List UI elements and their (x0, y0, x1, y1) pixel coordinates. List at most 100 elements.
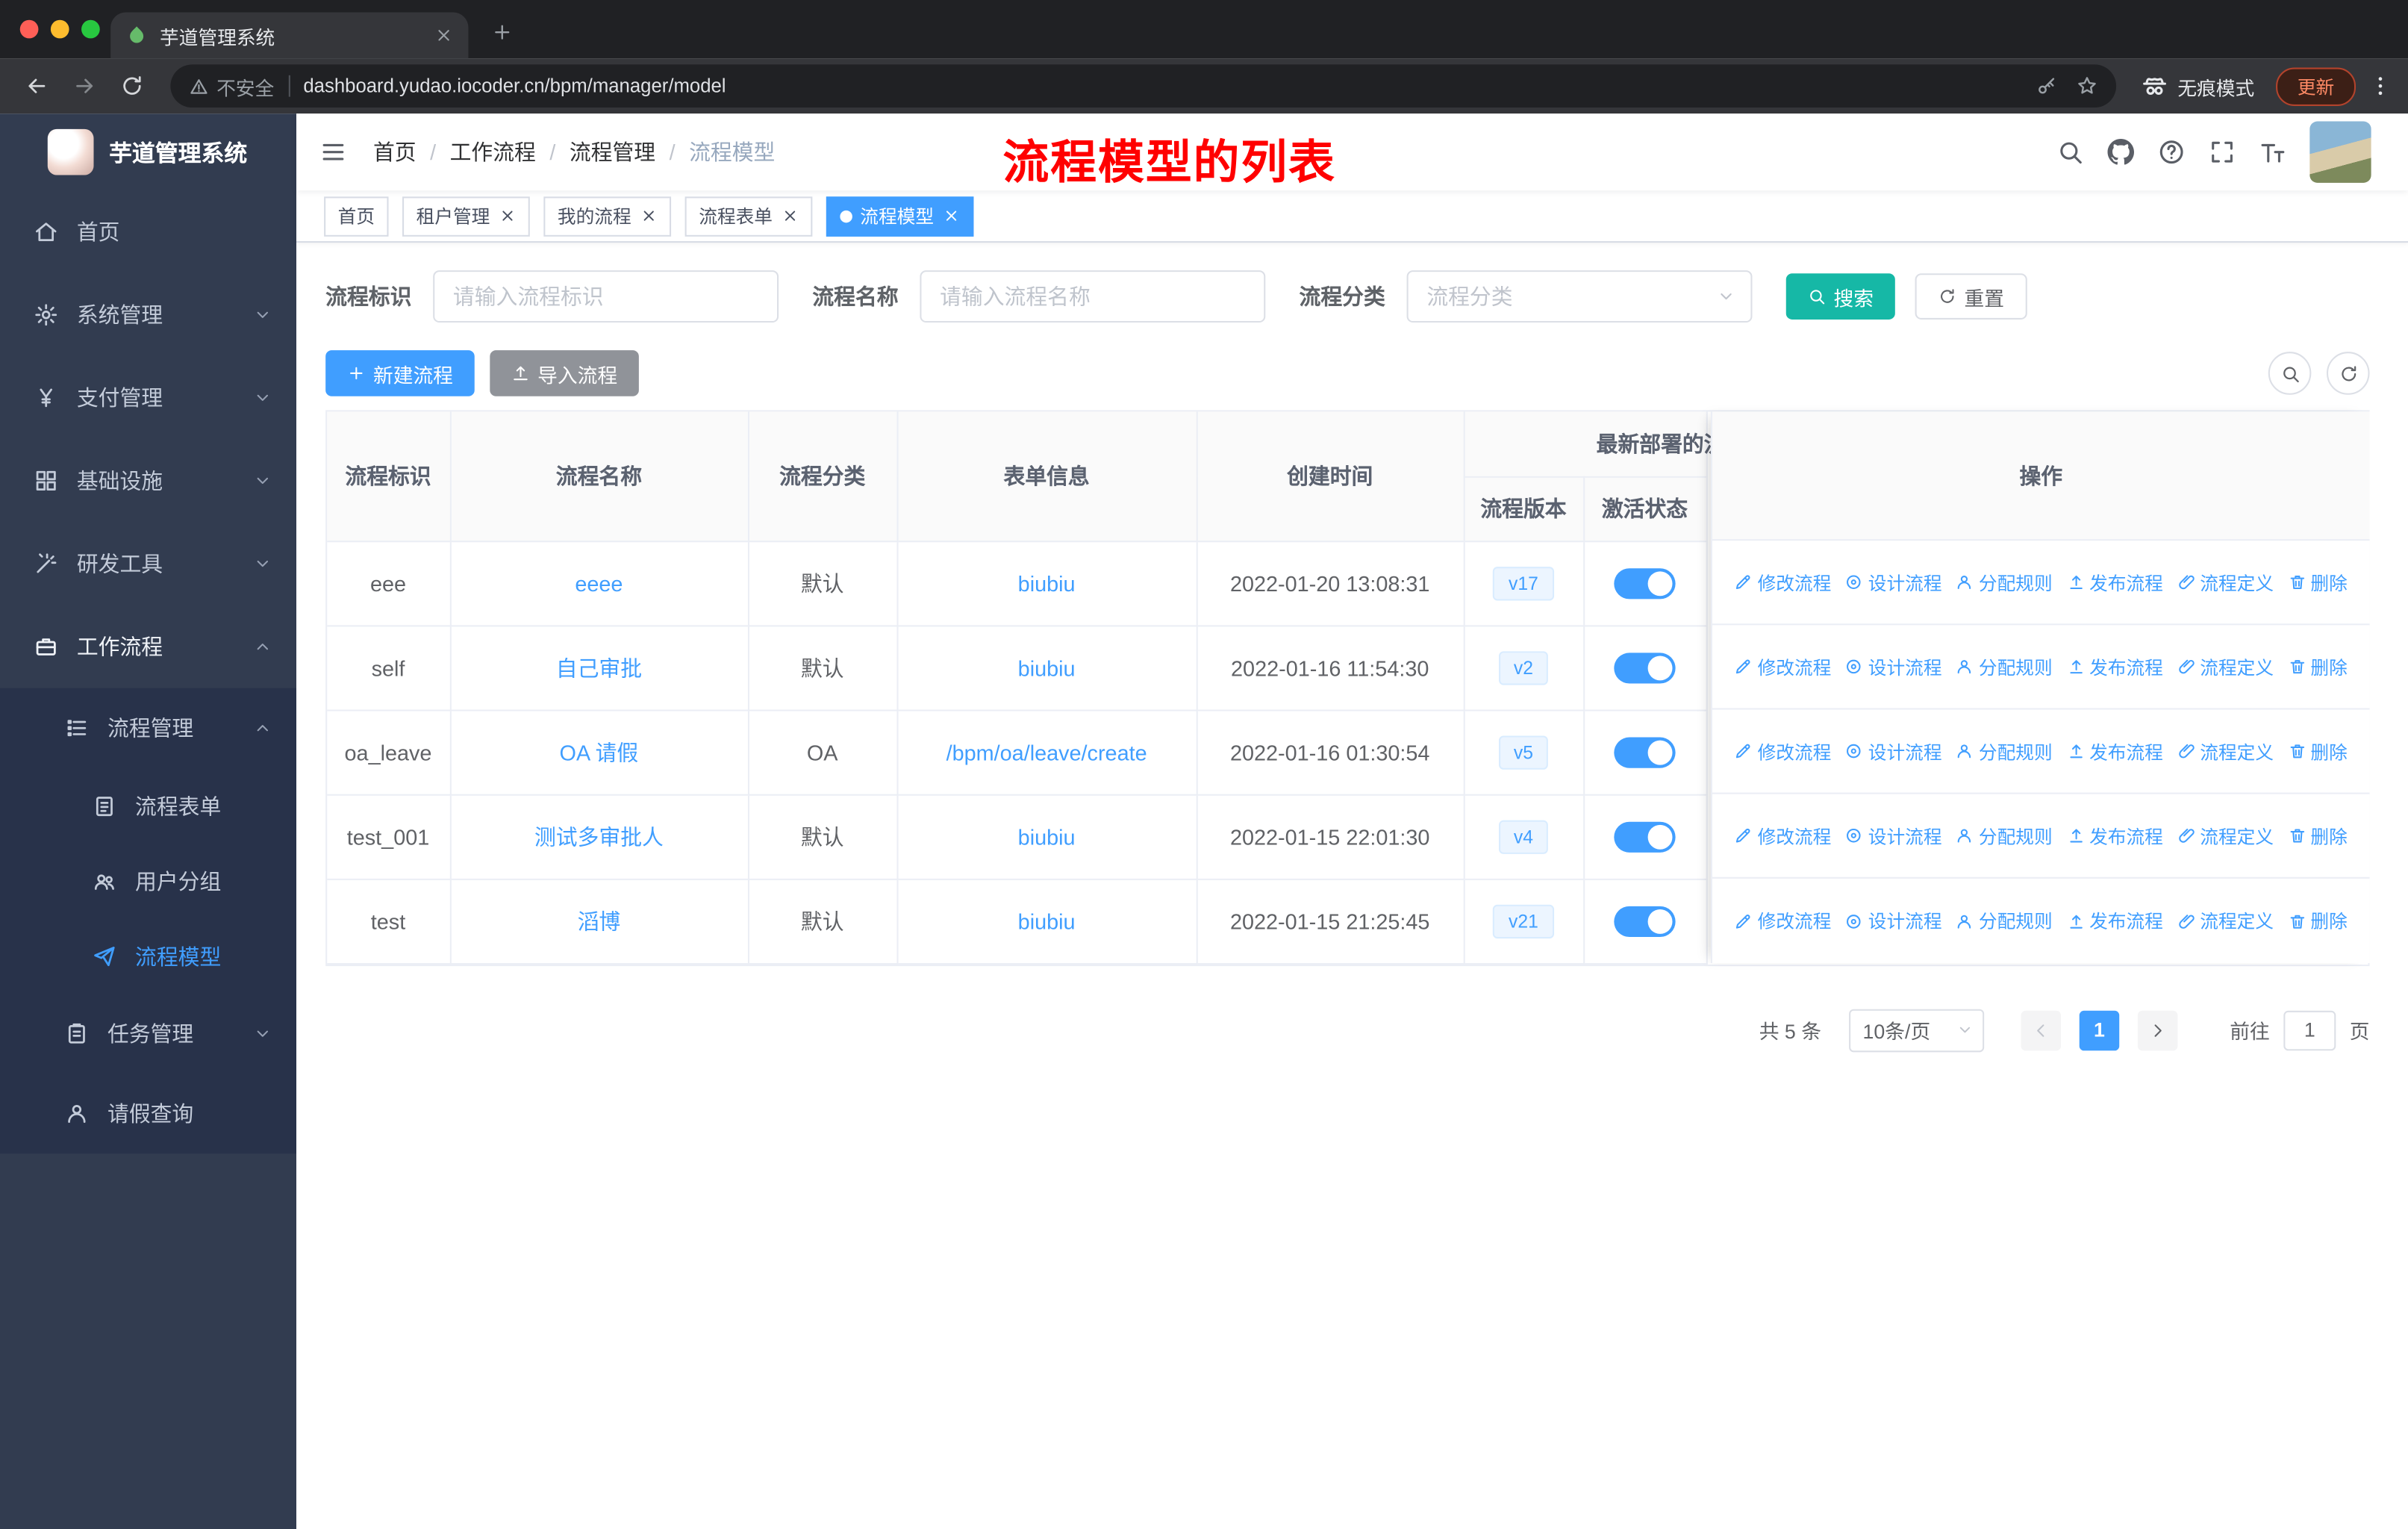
process-name-link[interactable]: eeee (575, 570, 623, 595)
close-window-button[interactable] (19, 19, 39, 39)
sidebar-item-home[interactable]: 首页 (0, 190, 296, 273)
tag-process-form[interactable]: 流程表单 (684, 196, 813, 236)
sidebar-collapse-icon[interactable] (319, 138, 347, 166)
tab-close-icon[interactable] (434, 26, 453, 45)
sidebar-item-system[interactable]: 系统管理 (0, 273, 296, 356)
breadcrumb-item[interactable]: 首页 (373, 137, 417, 167)
show-search-button[interactable] (2268, 352, 2312, 395)
delete-action[interactable]: 删除 (2288, 653, 2348, 679)
sidebar-item-payment[interactable]: 支付管理 (0, 356, 296, 439)
form-info-link[interactable]: biubiu (1018, 570, 1076, 595)
reload-button[interactable] (110, 64, 154, 108)
create-process-button[interactable]: 新建流程 (325, 350, 475, 396)
sidebar-item-workflow[interactable]: 工作流程 (0, 605, 296, 688)
process-name-link[interactable]: 测试多审批人 (534, 824, 664, 849)
browser-menu-icon[interactable] (2368, 74, 2393, 99)
version-tag[interactable]: v4 (1498, 819, 1549, 853)
publish-process-action[interactable]: 发布流程 (2066, 908, 2163, 934)
tag-my-process[interactable]: 我的流程 (543, 196, 672, 236)
sidebar-item-devtools[interactable]: 研发工具 (0, 523, 296, 605)
version-tag[interactable]: v2 (1498, 650, 1549, 685)
delete-action[interactable]: 删除 (2288, 738, 2348, 764)
form-info-link[interactable]: biubiu (1018, 655, 1076, 679)
tag-close-icon[interactable] (499, 208, 517, 225)
forward-button[interactable] (63, 64, 106, 108)
process-definition-action[interactable]: 流程定义 (2177, 823, 2274, 849)
active-toggle[interactable] (1614, 905, 1676, 936)
version-tag[interactable]: v21 (1493, 903, 1554, 938)
process-definition-action[interactable]: 流程定义 (2177, 653, 2274, 679)
edit-process-action[interactable]: 修改流程 (1735, 823, 1831, 849)
new-tab-button[interactable] (481, 10, 524, 54)
active-toggle[interactable] (1614, 567, 1676, 599)
process-name-link[interactable]: 自己审批 (556, 655, 642, 679)
process-definition-action[interactable]: 流程定义 (2177, 908, 2274, 934)
page-size-select[interactable]: 10条/页 (1849, 1008, 1985, 1052)
delete-action[interactable]: 删除 (2288, 569, 2348, 595)
edit-process-action[interactable]: 修改流程 (1735, 908, 1831, 934)
browser-tab[interactable]: 芋道管理系统 (110, 12, 469, 59)
process-definition-action[interactable]: 流程定义 (2177, 569, 2274, 595)
help-icon[interactable] (2158, 138, 2186, 166)
prev-page-button[interactable] (2021, 1009, 2061, 1050)
sidebar-logo[interactable]: 芋道管理系统 (0, 113, 296, 190)
version-tag[interactable]: v17 (1493, 566, 1554, 600)
edit-process-action[interactable]: 修改流程 (1735, 653, 1831, 679)
next-page-button[interactable] (2137, 1009, 2178, 1050)
github-icon[interactable] (2107, 138, 2135, 166)
sidebar-item-task-management[interactable]: 任务管理 (0, 994, 296, 1074)
active-toggle[interactable] (1614, 820, 1676, 852)
process-name-link[interactable]: 滔博 (578, 909, 621, 933)
active-toggle[interactable] (1614, 652, 1676, 683)
sidebar-item-leave-query[interactable]: 请假查询 (0, 1074, 296, 1153)
form-info-link[interactable]: /bpm/oa/leave/create (946, 740, 1147, 764)
delete-action[interactable]: 删除 (2288, 823, 2348, 849)
breadcrumb-item[interactable]: 流程管理 (570, 137, 655, 167)
edit-process-action[interactable]: 修改流程 (1735, 569, 1831, 595)
form-info-link[interactable]: biubiu (1018, 824, 1076, 849)
assign-rule-action[interactable]: 分配规则 (1956, 908, 2053, 934)
font-size-icon[interactable] (2259, 138, 2286, 166)
refresh-table-button[interactable] (2326, 352, 2370, 395)
tag-close-icon[interactable] (943, 208, 960, 225)
sidebar-item-infrastructure[interactable]: 基础设施 (0, 439, 296, 522)
user-avatar[interactable] (2309, 121, 2371, 183)
design-process-action[interactable]: 设计流程 (1845, 569, 1942, 595)
active-toggle[interactable] (1614, 736, 1676, 767)
search-button[interactable]: 搜索 (1785, 273, 1895, 320)
category-select[interactable]: 流程分类 (1406, 270, 1753, 323)
sidebar-item-process-model[interactable]: 流程模型 (0, 918, 296, 994)
assign-rule-action[interactable]: 分配规则 (1956, 653, 2053, 679)
page-number-button[interactable]: 1 (2079, 1009, 2120, 1050)
security-status[interactable]: 不安全 (189, 72, 274, 101)
import-process-button[interactable]: 导入流程 (490, 350, 639, 396)
fullscreen-icon[interactable] (2209, 138, 2236, 166)
delete-action[interactable]: 删除 (2288, 908, 2348, 934)
publish-process-action[interactable]: 发布流程 (2066, 569, 2163, 595)
form-info-link[interactable]: biubiu (1018, 909, 1076, 933)
sidebar-item-user-group[interactable]: 用户分组 (0, 844, 296, 919)
maximize-window-button[interactable] (81, 19, 100, 39)
process-name-input[interactable] (920, 270, 1266, 323)
design-process-action[interactable]: 设计流程 (1845, 823, 1942, 849)
version-tag[interactable]: v5 (1498, 735, 1549, 769)
process-name-link[interactable]: OA 请假 (560, 740, 639, 764)
publish-process-action[interactable]: 发布流程 (2066, 738, 2163, 764)
process-key-input[interactable] (433, 270, 779, 323)
address-bar[interactable]: 不安全 dashboard.yudao.iocoder.cn/bpm/manag… (170, 64, 2117, 108)
breadcrumb-item[interactable]: 工作流程 (450, 137, 536, 167)
tag-tenant[interactable]: 租户管理 (402, 196, 530, 236)
update-browser-button[interactable]: 更新 (2276, 66, 2356, 105)
back-button[interactable] (16, 64, 59, 108)
search-icon[interactable] (2056, 138, 2084, 166)
design-process-action[interactable]: 设计流程 (1845, 653, 1942, 679)
bookmark-star-icon[interactable] (2077, 75, 2098, 97)
process-definition-action[interactable]: 流程定义 (2177, 738, 2274, 764)
tag-home[interactable]: 首页 (324, 196, 389, 236)
tag-close-icon[interactable] (640, 208, 658, 225)
password-key-icon[interactable] (2036, 75, 2058, 97)
design-process-action[interactable]: 设计流程 (1845, 738, 1942, 764)
assign-rule-action[interactable]: 分配规则 (1956, 738, 2053, 764)
publish-process-action[interactable]: 发布流程 (2066, 653, 2163, 679)
minimize-window-button[interactable] (50, 19, 69, 39)
